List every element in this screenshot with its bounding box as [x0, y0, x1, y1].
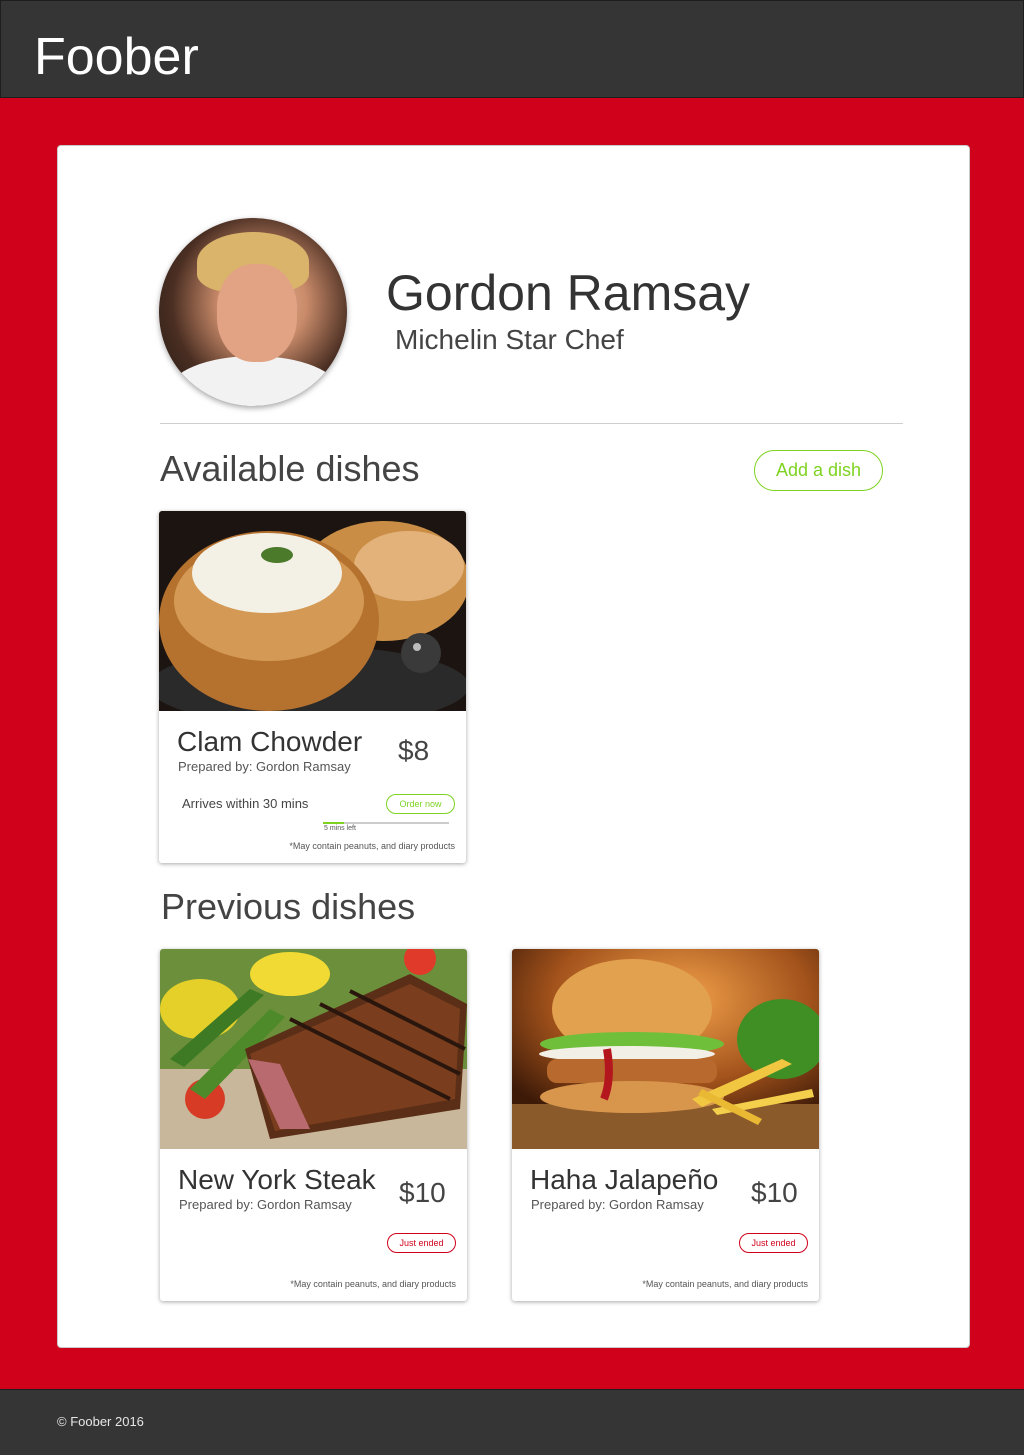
add-dish-button[interactable]: Add a dish [754, 450, 883, 491]
copyright-text: © Foober 2016 [57, 1414, 144, 1429]
footer: © Foober 2016 [0, 1389, 1024, 1455]
status-badge: Just ended [739, 1233, 808, 1253]
dish-price: $10 [399, 1177, 446, 1208]
dish-image-clam-chowder [159, 511, 466, 711]
allergy-disclaimer: *May contain peanuts, and diary products [642, 1279, 808, 1289]
dish-name: Clam Chowder [177, 726, 363, 757]
available-dishes-heading: Available dishes [160, 448, 420, 489]
dish-card-new-york-steak[interactable]: New York Steak Prepared by: Gordon Ramsa… [160, 949, 467, 1301]
time-left-label: 5 mins left [324, 825, 356, 832]
chef-title: Michelin Star Chef [395, 324, 624, 355]
dish-prepared-by: Prepared by: Gordon Ramsay [178, 759, 351, 774]
order-now-button[interactable]: Order now [386, 794, 455, 814]
chef-avatar [159, 218, 347, 406]
dish-name: New York Steak [178, 1164, 376, 1195]
dish-card-clam-chowder[interactable]: Clam Chowder Prepared by: Gordon Ramsay … [159, 511, 466, 863]
allergy-disclaimer: *May contain peanuts, and diary products [290, 1279, 456, 1289]
allergy-disclaimer: *May contain peanuts, and diary products [289, 841, 455, 851]
dish-name: Haha Jalapeño [530, 1164, 719, 1195]
arrival-time: Arrives within 30 mins [182, 796, 309, 811]
chef-name: Gordon Ramsay [386, 265, 751, 321]
dish-price: $8 [398, 735, 430, 766]
previous-dishes-heading: Previous dishes [161, 886, 416, 927]
dish-card-haha-jalapeno[interactable]: Haha Jalapeño Prepared by: Gordon Ramsay… [512, 949, 819, 1301]
time-progress-bar [323, 822, 449, 824]
dish-image-haha-jalapeno [512, 949, 819, 1149]
status-badge: Just ended [387, 1233, 456, 1253]
dish-prepared-by: Prepared by: Gordon Ramsay [179, 1197, 352, 1212]
divider [160, 423, 903, 424]
dish-image-new-york-steak [160, 949, 467, 1149]
brand-logo[interactable]: Foober [34, 27, 199, 87]
dish-prepared-by: Prepared by: Gordon Ramsay [531, 1197, 704, 1212]
dish-price: $10 [751, 1177, 798, 1208]
chef-profile-card: Gordon Ramsay Michelin Star Chef Availab… [57, 145, 970, 1348]
top-navbar: Foober [0, 0, 1024, 98]
time-progress-fill [323, 822, 345, 824]
